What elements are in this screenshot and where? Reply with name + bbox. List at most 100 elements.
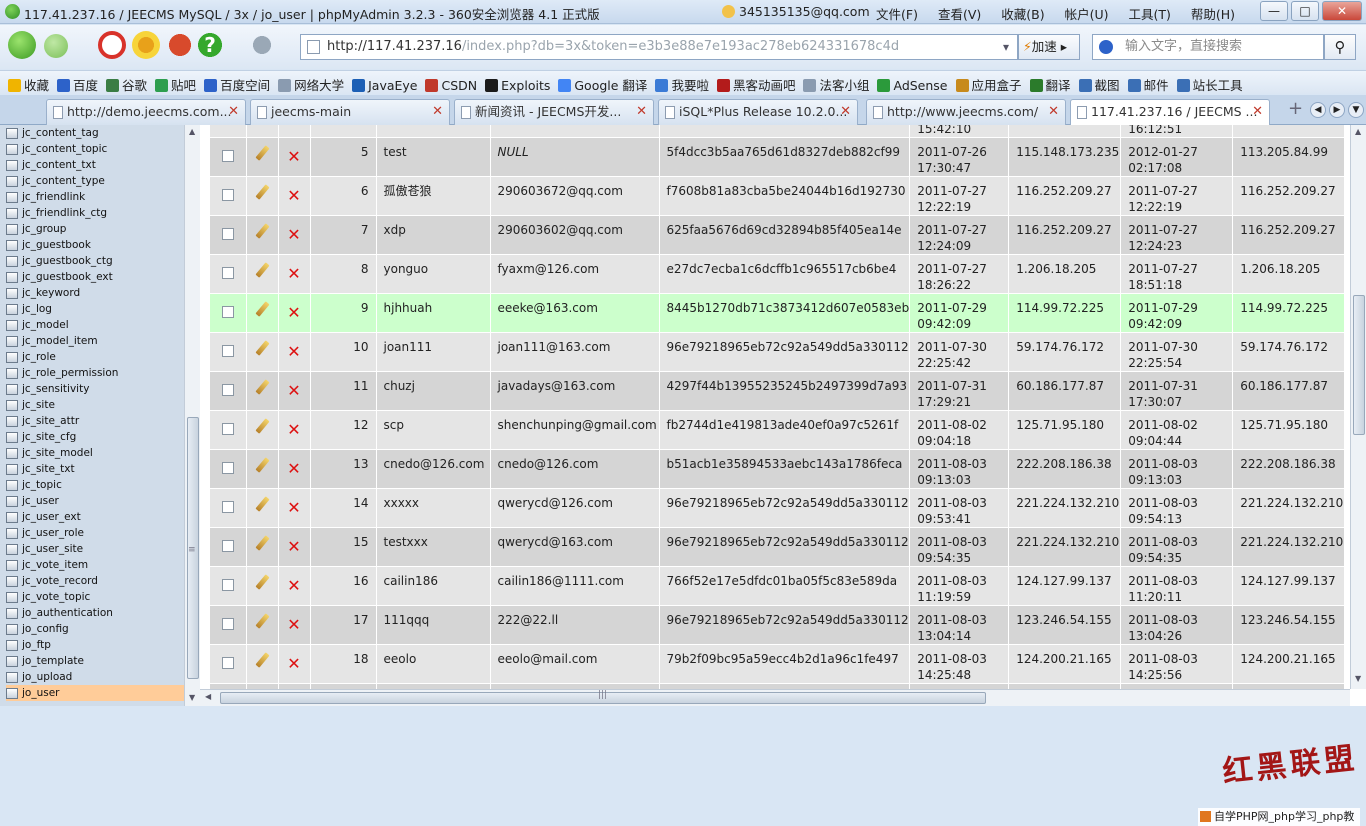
table-list-item[interactable]: jo_authentication xyxy=(6,605,184,621)
pencil-edit-icon[interactable] xyxy=(254,184,270,200)
table-list-item[interactable]: jc_content_txt xyxy=(6,157,184,173)
table-list-item[interactable]: jc_content_tag xyxy=(6,125,184,141)
bookmark-item[interactable]: 百度空间 xyxy=(204,75,270,94)
close-window-button[interactable]: ✕ xyxy=(1322,1,1362,21)
bookmark-item[interactable]: JavaEye xyxy=(352,78,417,93)
maximize-button[interactable]: □ xyxy=(1291,1,1319,21)
bookmark-item[interactable]: 翻译 xyxy=(1029,75,1071,94)
row-checkbox[interactable] xyxy=(221,189,234,201)
table-row[interactable]: ✕ 17 111qqq 222@22.ll 96e79218965eb72c92a549… xyxy=(210,605,1346,645)
bookmark-item[interactable]: 站长工具 xyxy=(1176,75,1243,94)
bookmark-item[interactable]: 邮件 xyxy=(1127,75,1169,94)
scroll-down-icon[interactable]: ▼ xyxy=(189,693,195,702)
delete-x-icon[interactable]: ✕ xyxy=(287,225,300,244)
delete-x-icon[interactable]: ✕ xyxy=(287,264,300,283)
tools-icon[interactable] xyxy=(248,31,276,59)
scroll-up-icon[interactable]: ▲ xyxy=(1355,127,1361,136)
row-checkbox[interactable] xyxy=(221,345,234,357)
table-row[interactable]: ✕ 5 test NULL 5f4dcc3b5aa765d61d8327deb882cf… xyxy=(210,137,1346,177)
table-list-item[interactable]: jc_site_cfg xyxy=(6,429,184,445)
minimize-button[interactable]: — xyxy=(1260,1,1288,21)
tab-scroll-right-icon[interactable]: ▶ xyxy=(1329,102,1345,118)
bookmark-item[interactable]: 截图 xyxy=(1078,75,1120,94)
row-checkbox[interactable] xyxy=(221,501,234,513)
delete-x-icon[interactable]: ✕ xyxy=(287,420,300,439)
scroll-left-icon[interactable]: ◀ xyxy=(205,692,211,701)
scroll-up-icon[interactable]: ▲ xyxy=(189,127,195,136)
table-list-item[interactable]: jo_ftp xyxy=(6,637,184,653)
bookmark-item[interactable]: 应用盒子 xyxy=(955,75,1022,94)
main-horizontal-scrollbar[interactable]: ◀ ||| xyxy=(200,689,1350,706)
close-tab-icon[interactable]: ✕ xyxy=(1048,100,1059,124)
main-vertical-scrollbar[interactable]: ▲ ▼ xyxy=(1350,125,1366,689)
row-checkbox[interactable] xyxy=(221,267,234,279)
help-icon[interactable]: ? xyxy=(196,31,224,59)
table-list-item[interactable]: jc_user xyxy=(6,493,184,509)
search-input[interactable]: 输入文字，直接搜索 xyxy=(1092,34,1324,60)
table-list-item[interactable]: jc_sensitivity xyxy=(6,381,184,397)
table-list-item[interactable]: jc_group xyxy=(6,221,184,237)
table-list-item[interactable]: jc_user_role xyxy=(6,525,184,541)
pencil-edit-icon[interactable] xyxy=(254,613,270,629)
delete-x-icon[interactable]: ✕ xyxy=(287,498,300,517)
pencil-edit-icon[interactable] xyxy=(254,262,270,278)
table-list-item[interactable]: jc_user_site xyxy=(6,541,184,557)
pencil-edit-icon[interactable] xyxy=(254,418,270,434)
row-checkbox[interactable] xyxy=(221,150,234,162)
back-icon[interactable] xyxy=(8,31,36,59)
table-list-item[interactable]: jc_guestbook xyxy=(6,237,184,253)
bookmark-item[interactable]: 法客小组 xyxy=(803,75,869,94)
chevron-down-icon[interactable]: ▾ xyxy=(996,35,1016,59)
table-list-item[interactable]: jc_role_permission xyxy=(6,365,184,381)
address-bar[interactable]: http://117.41.237.16/index.php?db=3x&tok… xyxy=(300,34,1018,60)
home-icon[interactable] xyxy=(166,31,194,59)
close-tab-icon[interactable]: ✕ xyxy=(840,100,851,124)
menu-item[interactable]: 查看(V) xyxy=(938,7,981,22)
table-list-item[interactable]: jo_template xyxy=(6,653,184,669)
menu-item[interactable]: 工具(T) xyxy=(1129,7,1171,22)
site-overlay-banner[interactable]: 自学PHP网_php学习_php教 xyxy=(1198,808,1360,826)
row-checkbox[interactable] xyxy=(221,423,234,435)
close-tab-icon[interactable]: ✕ xyxy=(636,100,647,124)
pencil-edit-icon[interactable] xyxy=(254,535,270,551)
row-checkbox[interactable] xyxy=(221,306,234,318)
table-list-item[interactable]: jc_vote_record xyxy=(6,573,184,589)
menu-item[interactable]: 帐户(U) xyxy=(1065,7,1109,22)
delete-x-icon[interactable]: ✕ xyxy=(287,342,300,361)
table-row[interactable]: ✕ 16 cailin186 cailin186@1111.com 766f52e17e… xyxy=(210,566,1346,606)
table-row[interactable]: ✕ 13 cnedo@126.com cnedo@126.com b51acb1e358… xyxy=(210,449,1346,489)
table-list-item[interactable]: jc_content_type xyxy=(6,173,184,189)
table-list-item[interactable]: jc_site_model xyxy=(6,445,184,461)
row-checkbox[interactable] xyxy=(221,657,234,669)
table-list-item[interactable]: jc_vote_topic xyxy=(6,589,184,605)
left-scrollbar[interactable]: ▲ ≡ ▼ xyxy=(184,125,200,706)
scroll-down-icon[interactable]: ▼ xyxy=(1355,674,1361,683)
bookmark-item[interactable]: 百度 xyxy=(57,75,98,94)
stop-icon[interactable] xyxy=(98,31,126,59)
row-checkbox[interactable] xyxy=(221,540,234,552)
delete-x-icon[interactable]: ✕ xyxy=(287,381,300,400)
bookmark-item[interactable]: Google 翻译 xyxy=(558,75,647,94)
bookmark-item[interactable]: 收藏 xyxy=(8,75,49,94)
row-checkbox[interactable] xyxy=(221,384,234,396)
pencil-edit-icon[interactable] xyxy=(254,223,270,239)
table-list-item[interactable]: jc_user_ext xyxy=(6,509,184,525)
delete-x-icon[interactable]: ✕ xyxy=(287,576,300,595)
search-button[interactable]: ⚲ xyxy=(1324,34,1356,60)
delete-x-icon[interactable]: ✕ xyxy=(287,147,300,166)
table-list-item[interactable]: jc_friendlink xyxy=(6,189,184,205)
pencil-edit-icon[interactable] xyxy=(254,340,270,356)
table-row[interactable]: ✕ 15 testxxx qwerycd@163.com 96e79218965eb72… xyxy=(210,527,1346,567)
bookmark-item[interactable]: 我要啦 xyxy=(655,75,709,94)
close-tab-icon[interactable]: ✕ xyxy=(432,100,443,124)
table-list-item[interactable]: jc_topic xyxy=(6,477,184,493)
table-list-item[interactable]: jc_vote_item xyxy=(6,557,184,573)
browser-tab[interactable]: jeecms-main ✕ xyxy=(250,99,450,125)
table-list-item[interactable]: jc_role xyxy=(6,349,184,365)
bookmark-item[interactable]: 贴吧 xyxy=(155,75,196,94)
browser-tab[interactable]: 117.41.237.16 / JEECMS ... ✕ xyxy=(1070,99,1270,126)
bookmark-item[interactable]: 黑客动画吧 xyxy=(716,75,795,94)
browser-tab[interactable]: iSQL*Plus Release 10.2.0... ✕ xyxy=(658,99,858,125)
browser-tab[interactable]: http://www.jeecms.com/ ✕ xyxy=(866,99,1066,125)
table-list-item[interactable]: jc_site_attr xyxy=(6,413,184,429)
